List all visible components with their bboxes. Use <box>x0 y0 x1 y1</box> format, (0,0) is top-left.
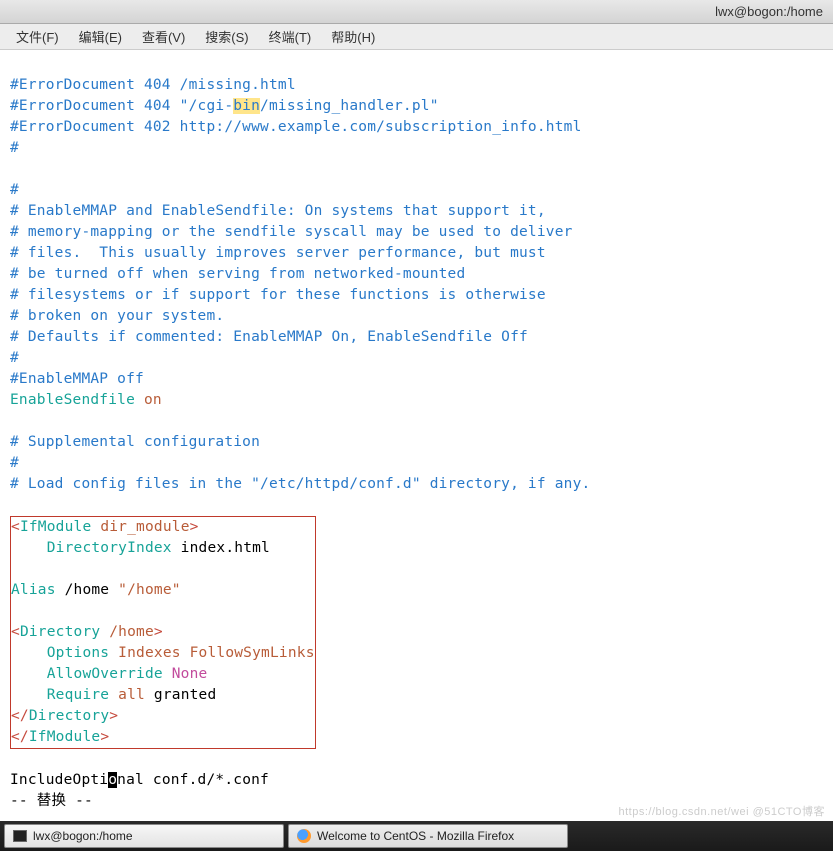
code-line: # <box>10 182 19 198</box>
directive-name: Require <box>11 687 109 703</box>
code-line: # <box>10 350 19 366</box>
highlighted-config-block: <IfModule dir_module> DirectoryIndex ind… <box>10 516 316 749</box>
code-line: # <box>10 455 19 471</box>
code-line: #ErrorDocument 402 http://www.example.co… <box>10 119 582 135</box>
directive-value: index.html <box>172 540 270 556</box>
window-titlebar: lwx@bogon:/home <box>0 0 833 24</box>
directive-value: Indexes FollowSymLinks <box>109 645 314 661</box>
code-line: /missing_handler.pl" <box>260 98 439 114</box>
tag-name: IfModule <box>20 519 91 535</box>
code-line: # files. This usually improves server pe… <box>10 245 546 261</box>
window-title: lwx@bogon:/home <box>715 4 823 19</box>
code-line: #EnableMMAP off <box>10 371 144 387</box>
terminal-content[interactable]: #ErrorDocument 404 /missing.html #ErrorD… <box>0 50 833 816</box>
directive-name: DirectoryIndex <box>11 540 172 556</box>
tag-name: Directory <box>29 708 109 724</box>
directive-value: None <box>163 666 208 682</box>
directive-value: /home <box>56 582 119 598</box>
vim-status-line: -- 替换 -- <box>10 793 93 809</box>
tag-close: > <box>100 729 109 745</box>
code-line: # EnableMMAP and EnableSendfile: On syst… <box>10 203 546 219</box>
code-line: # be turned off when serving from networ… <box>10 266 465 282</box>
tag-name: IfModule <box>29 729 100 745</box>
code-line: # Supplemental configuration <box>10 434 260 450</box>
code-line: # broken on your system. <box>10 308 224 324</box>
directive-value: all <box>109 687 145 703</box>
tag-open: </ <box>11 729 29 745</box>
directive-value: granted <box>145 687 216 703</box>
tag-close: > <box>109 708 118 724</box>
code-line: nal conf.d/*.conf <box>117 772 269 788</box>
terminal-icon <box>13 830 27 842</box>
directive-string: "/home" <box>118 582 181 598</box>
tag-close: > <box>190 519 199 535</box>
menu-view[interactable]: 查看(V) <box>132 27 195 46</box>
tag-open: < <box>11 519 20 535</box>
taskbar: lwx@bogon:/home Welcome to CentOS - Mozi… <box>0 821 833 851</box>
tag-attr: /home <box>100 624 154 640</box>
code-line: #ErrorDocument 404 /missing.html <box>10 77 296 93</box>
tag-name: Directory <box>20 624 100 640</box>
code-line: # Load config files in the "/etc/httpd/c… <box>10 476 590 492</box>
code-line: # <box>10 140 19 156</box>
menu-edit[interactable]: 编辑(E) <box>69 27 132 46</box>
directive-value: on <box>135 392 162 408</box>
directive-name: Alias <box>11 582 56 598</box>
firefox-icon <box>297 829 311 843</box>
menu-search[interactable]: 搜索(S) <box>195 27 258 46</box>
code-line: # Defaults if commented: EnableMMAP On, … <box>10 329 528 345</box>
code-line: IncludeOpti <box>10 772 108 788</box>
taskbar-item-terminal[interactable]: lwx@bogon:/home <box>4 824 284 848</box>
menu-file[interactable]: 文件(F) <box>6 27 69 46</box>
taskbar-item-label: lwx@bogon:/home <box>33 829 133 843</box>
search-highlight: bin <box>233 98 260 114</box>
watermark-text: https://blog.csdn.net/wei @51CTO博客 <box>619 803 826 819</box>
directive-name: EnableSendfile <box>10 392 135 408</box>
taskbar-item-label: Welcome to CentOS - Mozilla Firefox <box>317 829 514 843</box>
tag-open: < <box>11 624 20 640</box>
tag-open: </ <box>11 708 29 724</box>
menu-terminal[interactable]: 终端(T) <box>259 27 322 46</box>
code-line: #ErrorDocument 404 "/cgi- <box>10 98 233 114</box>
tag-attr: dir_module <box>91 519 189 535</box>
directive-name: Options <box>11 645 109 661</box>
code-line: # memory-mapping or the sendfile syscall… <box>10 224 573 240</box>
menu-bar: 文件(F) 编辑(E) 查看(V) 搜索(S) 终端(T) 帮助(H) <box>0 24 833 50</box>
code-line: # filesystems or if support for these fu… <box>10 287 546 303</box>
tag-close: > <box>154 624 163 640</box>
cursor: o <box>108 772 117 788</box>
menu-help[interactable]: 帮助(H) <box>321 27 385 46</box>
directive-name: AllowOverride <box>11 666 163 682</box>
taskbar-item-firefox[interactable]: Welcome to CentOS - Mozilla Firefox <box>288 824 568 848</box>
